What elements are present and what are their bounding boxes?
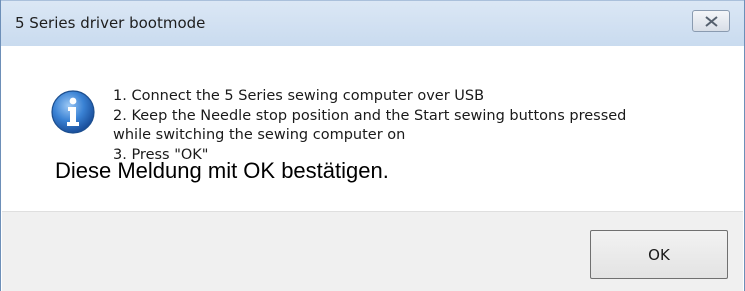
ok-button[interactable]: OK bbox=[590, 230, 728, 279]
message-text: 1. Connect the 5 Series sewing computer … bbox=[113, 87, 626, 165]
message-line: 1. Connect the 5 Series sewing computer … bbox=[113, 88, 485, 104]
close-button[interactable] bbox=[692, 10, 730, 32]
message-line: while switching the sewing computer on bbox=[113, 127, 406, 143]
overlay-caption: Diese Meldung mit OK bestätigen. bbox=[55, 158, 389, 183]
close-icon bbox=[705, 16, 718, 27]
window-title: 5 Series driver bootmode bbox=[15, 14, 206, 32]
message-line: 2. Keep the Needle stop position and the… bbox=[113, 107, 627, 124]
info-icon bbox=[51, 90, 95, 134]
dialog-window: 5 Series driver bootmode 1. Connect the … bbox=[0, 0, 745, 291]
title-bar[interactable]: 5 Series driver bootmode bbox=[1, 0, 744, 46]
